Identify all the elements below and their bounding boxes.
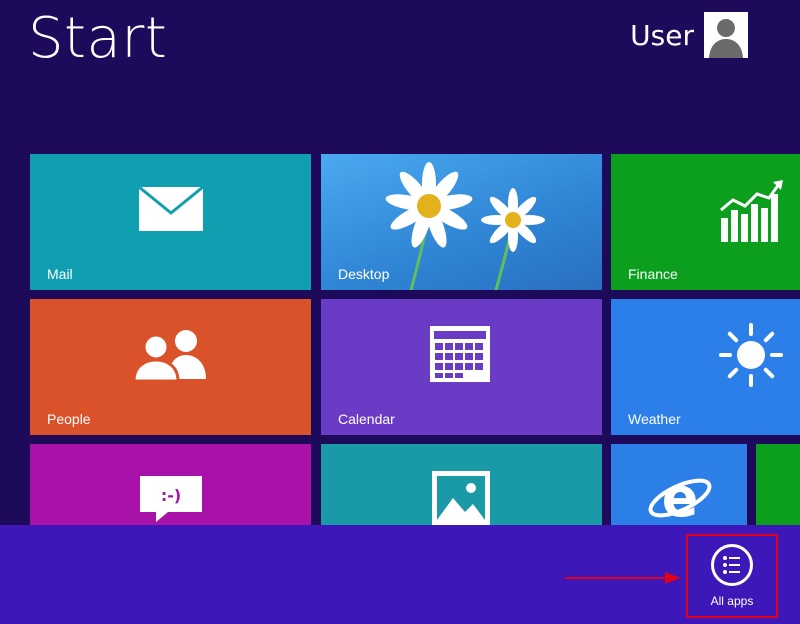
internet-explorer-icon: e [648, 468, 712, 525]
tile-weather[interactable]: Weather [611, 299, 800, 435]
tile-messaging[interactable]: :-) [30, 444, 311, 525]
tile-label: Weather [628, 411, 681, 427]
user-silhouette-icon [704, 12, 748, 58]
mail-icon [138, 186, 204, 231]
finance-chart-icon [720, 180, 783, 242]
tile-people[interactable]: People [30, 299, 311, 435]
messaging-icon: :-) [140, 476, 202, 522]
tile-desktop[interactable]: Desktop [321, 154, 602, 290]
tile-label: Desktop [338, 266, 390, 282]
arrow-annotation [565, 572, 681, 584]
tile-mail[interactable]: Mail [30, 154, 311, 290]
tile-photos[interactable] [321, 444, 602, 525]
people-icon [134, 330, 206, 381]
tile-finance[interactable]: Finance [611, 154, 800, 290]
tile-internet-explorer[interactable]: e [611, 444, 747, 525]
tile-label: Finance [628, 266, 678, 282]
calendar-icon [430, 326, 490, 382]
svg-text::-): :-) [161, 486, 181, 505]
sun-icon [719, 323, 783, 387]
page-title: Start [28, 6, 168, 71]
user-name: User [630, 18, 694, 52]
all-apps-label: All apps [710, 594, 754, 608]
user-account-button[interactable]: User [630, 12, 748, 58]
tile-label: Mail [47, 266, 73, 282]
tile-label: Calendar [338, 411, 395, 427]
tile-green[interactable] [756, 444, 800, 525]
tile-label: People [47, 411, 91, 427]
svg-text:e: e [662, 468, 699, 525]
list-icon [711, 544, 753, 586]
tile-calendar[interactable]: Calendar [321, 299, 602, 435]
all-apps-button[interactable]: All apps [686, 534, 778, 618]
photos-icon [432, 471, 490, 525]
